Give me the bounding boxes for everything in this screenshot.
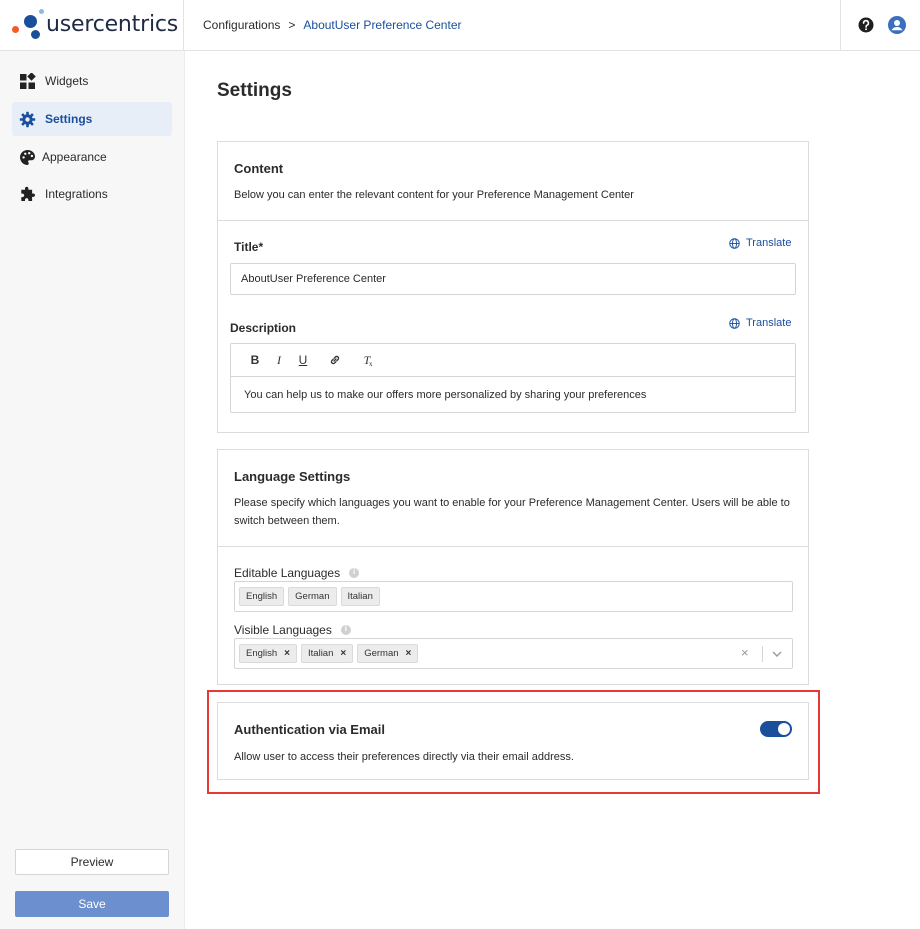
preview-button[interactable]: Preview [15,849,169,875]
breadcrumb-current[interactable]: AboutUser Preference Center [303,18,461,32]
sidebar-item-label: Integrations [45,187,108,201]
editor-toolbar: B I U Tx [231,344,795,377]
sidebar-item-integrations[interactable]: Integrations [12,177,172,211]
clear-format-x: x [369,360,373,368]
save-button[interactable]: Save [15,891,169,917]
tag-label: German [364,648,399,659]
underline-button[interactable]: U [292,349,314,371]
breadcrumb-separator: > [288,18,296,32]
globe-icon [729,237,740,249]
title-field-label: Title* [234,240,263,254]
user-avatar-icon[interactable] [888,16,906,34]
sidebar-item-widgets[interactable]: Widgets [12,64,172,98]
description-editor: B I U Tx You can help us to make our off… [230,343,796,413]
clear-selection-icon[interactable]: × [741,645,749,660]
editable-languages-text: Editable Languages [234,566,341,580]
clear-format-button[interactable]: Tx [356,349,378,371]
sidebar: Widgets Settings Appearance Integrations… [0,51,185,929]
content-card-description: Below you can enter the relevant content… [234,189,634,201]
remove-tag-icon[interactable]: × [406,648,412,659]
description-translate-link[interactable]: Translate [729,317,791,329]
description-editor-content[interactable]: You can help us to make our offers more … [244,389,646,401]
title-label-text: Title [234,240,259,254]
tag-label: Italian [308,648,334,659]
sidebar-item-appearance[interactable]: Appearance [12,140,172,174]
visible-language-tag: English × [239,644,298,663]
logo-dot-blue [24,15,37,28]
sidebar-item-label: Widgets [45,74,89,88]
editable-language-tag: English [239,587,285,606]
visible-languages-text: Visible Languages [234,623,332,637]
select-separator [762,646,763,662]
language-settings-card: Language Settings Please specify which l… [217,449,809,685]
breadcrumb: Configurations > AboutUser Preference Ce… [203,18,462,32]
logo-dot-orange [12,26,19,33]
sidebar-item-label: Settings [45,112,93,126]
sidebar-item-settings[interactable]: Settings [12,102,172,136]
chevron-down-icon[interactable] [771,648,783,660]
bold-button[interactable]: B [244,349,266,371]
header-divider-right [840,0,841,51]
breadcrumb-configurations[interactable]: Configurations [203,18,280,32]
language-card-title: Language Settings [234,469,351,484]
puzzle-icon [21,186,35,201]
italic-button[interactable]: I [268,349,290,371]
info-icon[interactable] [340,624,351,635]
language-card-description: Please specify which languages you want … [234,497,790,527]
visible-language-tag: German × [357,644,419,663]
widgets-icon [20,72,36,89]
visible-language-tag: Italian × [301,644,354,663]
visible-languages-label: Visible Languages [234,623,351,637]
editable-language-tag: German [288,587,337,606]
editable-languages-label: Editable Languages [234,566,360,580]
required-mark: * [258,240,264,254]
header-divider [183,0,184,51]
logo-dot-blue-small [31,30,40,39]
info-icon[interactable] [349,567,360,578]
editable-languages-field[interactable]: English German Italian [234,581,793,612]
page-title: Settings [217,80,292,101]
app-header: usercentrics Configurations > AboutUser … [0,0,920,51]
remove-tag-icon[interactable]: × [284,648,290,659]
sidebar-item-label: Appearance [42,150,107,164]
title-translate-link[interactable]: Translate [729,237,791,249]
card-divider [218,220,808,221]
gear-icon [19,111,36,127]
logo-wordmark: usercentrics [46,12,179,37]
description-field-label: Description [230,321,297,335]
usercentrics-logo[interactable]: usercentrics [10,8,178,42]
visible-languages-select[interactable]: English × Italian × German × × [234,638,793,669]
translate-label: Translate [746,317,792,329]
card-divider [218,546,808,547]
content-card-title: Content [234,161,284,176]
remove-tag-icon[interactable]: × [340,648,346,659]
link-button[interactable] [324,349,346,371]
content-card: Content Below you can enter the relevant… [217,141,809,433]
editable-language-tag: Italian [340,587,380,606]
title-input[interactable]: AboutUser Preference Center [230,263,796,295]
tag-label: English [246,648,278,659]
palette-icon [20,149,35,165]
link-icon [330,355,340,365]
help-icon[interactable] [858,17,874,33]
highlight-box [207,690,820,794]
translate-label: Translate [746,237,792,249]
logo-dot-light [39,9,44,14]
globe-icon [729,317,740,329]
